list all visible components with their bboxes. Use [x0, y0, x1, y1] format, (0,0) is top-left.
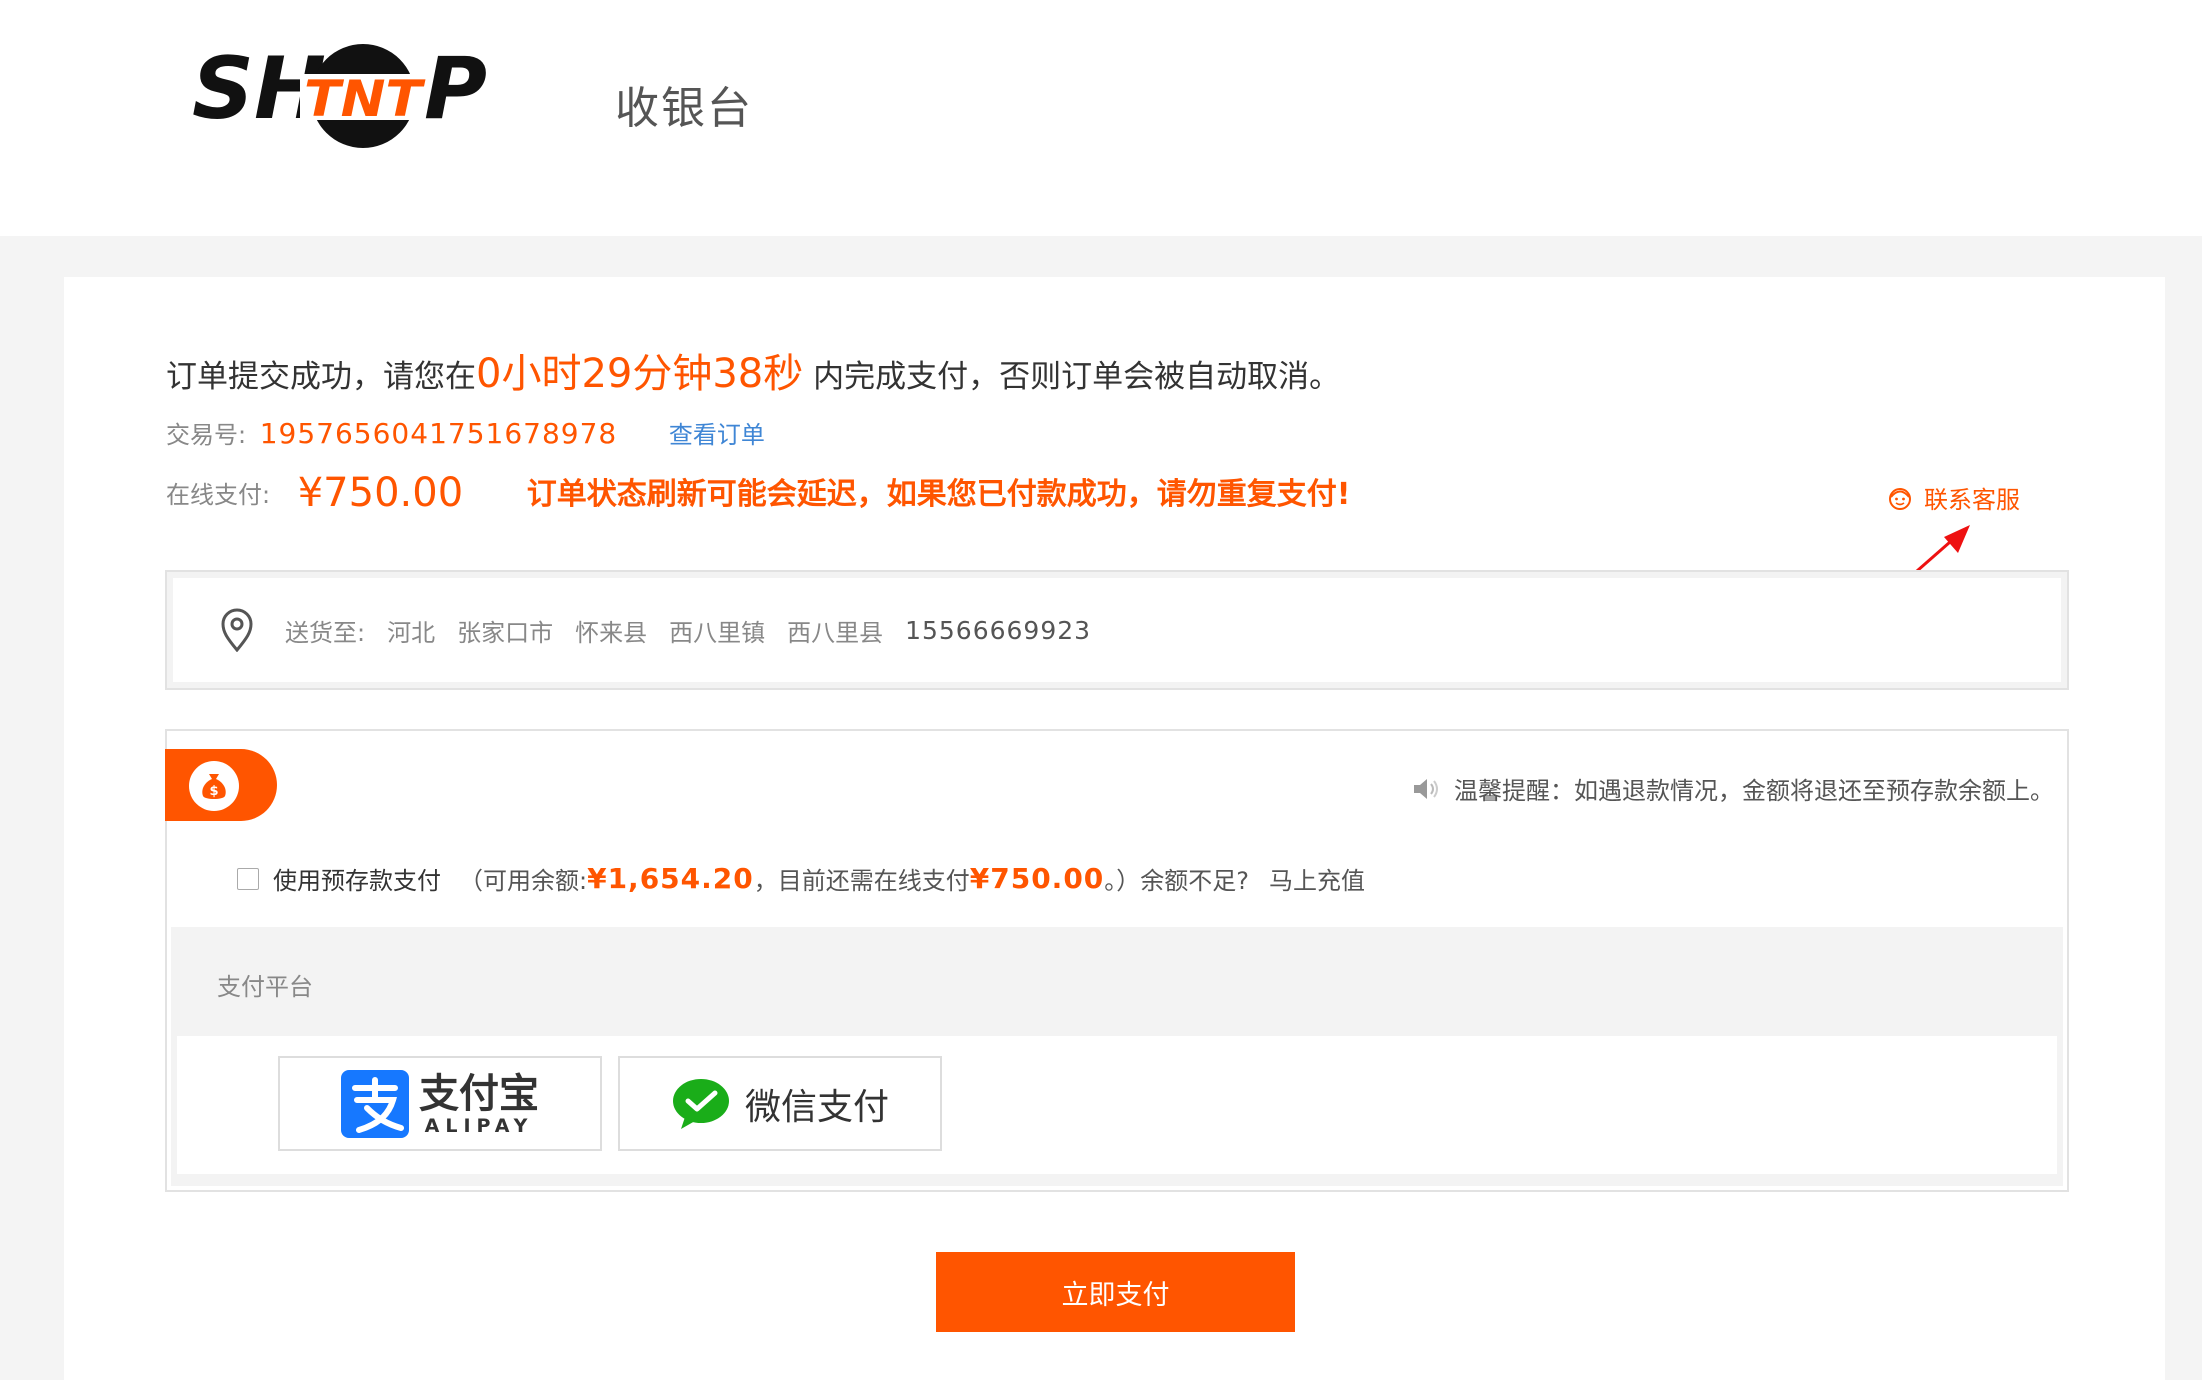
address-label: 送货至:	[285, 618, 366, 647]
location-pin-icon	[221, 608, 253, 652]
contact-service-label: 联系客服	[1924, 486, 2020, 514]
speaker-icon	[1414, 778, 1438, 799]
prepay-checkbox[interactable]	[237, 867, 259, 890]
wechat-pay-label: 微信支付	[744, 1086, 889, 1128]
view-order-link[interactable]: 查看订单	[669, 421, 765, 449]
money-bag-icon: $	[202, 774, 226, 799]
wallet-badge: $	[189, 761, 239, 811]
countdown-timer: 0小时29分钟38秒	[476, 351, 804, 397]
payment-amount: ¥750.00	[297, 470, 464, 516]
payment-platform: 支付平台 支付宝 ALIPAY 微信支付	[171, 927, 2063, 1186]
svg-text:P: P	[424, 40, 487, 139]
contact-service-link[interactable]: 联系客服	[1886, 480, 2020, 515]
prepay-balance: ¥1,654.20	[587, 862, 754, 895]
refund-tip-text: 温馨提醒：如遇退款情况，金额将退还至预存款余额上。	[1454, 777, 2054, 805]
payment-section: $ 温馨提醒：如遇退款情况，金额将退还至预存款余额上。 使用预存款支付 （可用余…	[165, 729, 2069, 1192]
wechat-pay-icon	[672, 1078, 729, 1129]
shipping-address: 送货至: 河北 张家口市 怀来县 西八里镇 西八里县 15566669923	[173, 578, 2061, 682]
trade-info: 交易号: 1957656041751678978 查看订单	[166, 415, 765, 450]
trade-number: 1957656041751678978	[259, 417, 618, 450]
prepay-open: （可用余额:	[459, 867, 588, 895]
alipay-icon	[341, 1069, 409, 1138]
success-suffix: 内完成支付，否则订单会被自动取消。	[803, 359, 1341, 395]
delay-warning: 订单状态刷新可能会延迟，如果您已付款成功，请勿重复支付!	[526, 477, 1351, 512]
header: SH TNT P 收银台	[0, 0, 2202, 236]
customer-service-icon	[1889, 487, 1911, 510]
page-title: 收银台	[615, 83, 753, 134]
wallet-tab: $	[165, 749, 277, 821]
refund-tip: 温馨提醒：如遇退款情况，金额将退还至预存款余额上。	[1412, 771, 2054, 806]
prepay-close: 。）余额不足?	[1104, 867, 1250, 895]
checkout-card: 订单提交成功，请您在0小时29分钟38秒 内完成支付，否则订单会被自动取消。 交…	[64, 277, 2165, 1380]
wechat-pay-option[interactable]: 微信支付	[618, 1056, 942, 1151]
platform-options: 支付宝 ALIPAY 微信支付	[177, 1036, 2057, 1174]
trade-label: 交易号:	[166, 421, 247, 449]
alipay-option[interactable]: 支付宝 ALIPAY	[278, 1056, 602, 1151]
address-detail: 西八里县	[787, 618, 884, 647]
site-logo[interactable]: SH TNT P	[190, 40, 535, 150]
address-city: 张家口市	[457, 618, 554, 647]
online-payment-row: 在线支付: ¥750.00 订单状态刷新可能会延迟，如果您已付款成功，请勿重复支…	[166, 469, 1350, 516]
address-county: 怀来县	[575, 618, 648, 647]
alipay-en-label: ALIPAY	[424, 1114, 534, 1137]
address-town: 西八里镇	[669, 618, 766, 647]
logo-icon: SH TNT P	[192, 40, 487, 148]
address-province: 河北	[387, 618, 436, 647]
success-prefix: 订单提交成功，请您在	[166, 359, 476, 395]
alipay-wordmark: 支付宝 ALIPAY	[419, 1072, 539, 1136]
prepay-need: ¥750.00	[969, 862, 1105, 895]
svg-text:TNT: TNT	[304, 70, 426, 128]
prepay-label: 使用预存款支付	[273, 867, 441, 895]
online-pay-label: 在线支付:	[166, 481, 271, 509]
address-phone: 15566669923	[905, 615, 1092, 645]
order-success-message: 订单提交成功，请您在0小时29分钟38秒 内完成支付，否则订单会被自动取消。	[166, 341, 1340, 399]
shipping-address-box: 送货至: 河北 张家口市 怀来县 西八里镇 西八里县 15566669923	[165, 570, 2069, 690]
pay-now-button[interactable]: 立即支付	[936, 1252, 1295, 1332]
platform-heading: 支付平台	[217, 973, 313, 1001]
prepay-option: 使用预存款支付 （可用余额: ¥1,654.20 ，目前还需在线支付 ¥750.…	[237, 861, 1365, 896]
prepay-middle: ，目前还需在线支付	[753, 867, 970, 895]
recharge-link[interactable]: 马上充值	[1269, 861, 1365, 896]
svg-text:$: $	[209, 784, 218, 799]
alipay-cn-label: 支付宝	[419, 1070, 539, 1117]
